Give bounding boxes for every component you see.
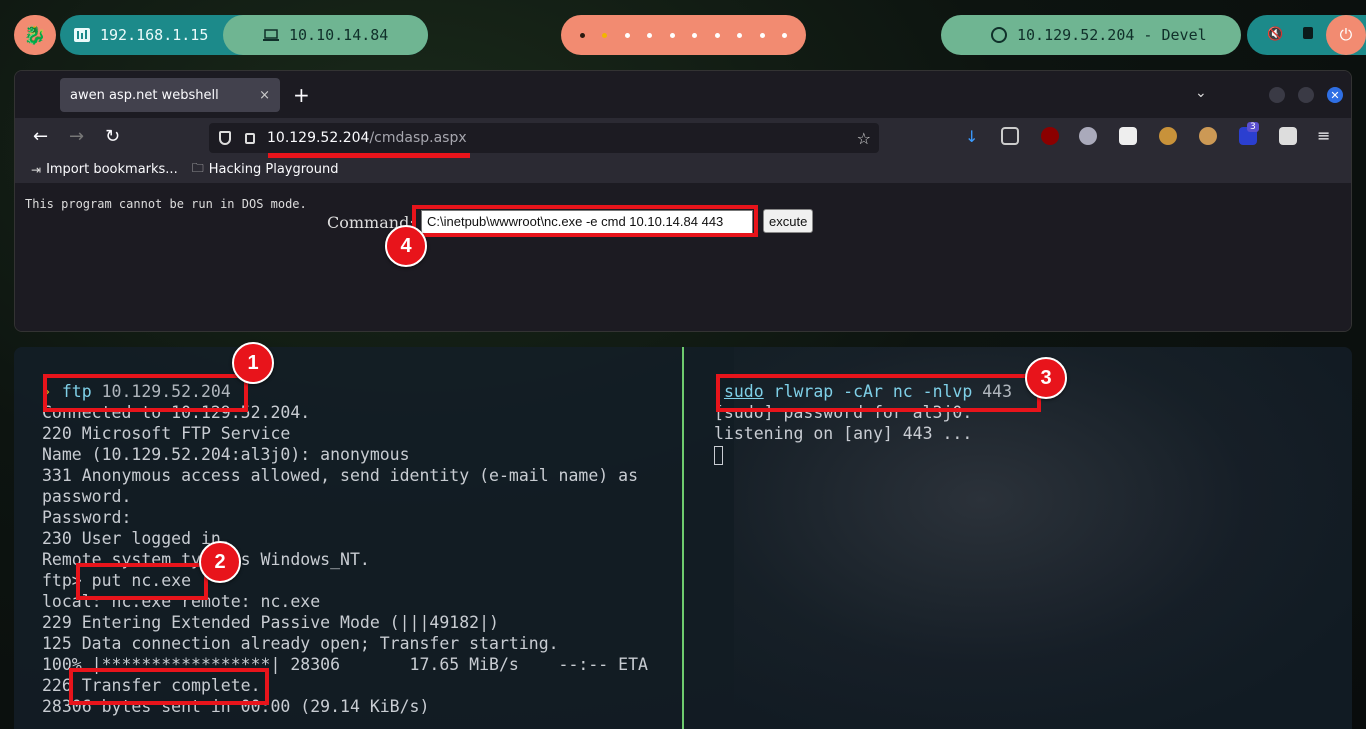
bookmark-label: Hacking Playground (208, 162, 339, 177)
vpn-ip-text: 10.10.14.84 (289, 26, 389, 44)
extension-count-badge: 3 (1247, 122, 1259, 132)
reload-icon[interactable]: ↻ (105, 126, 120, 147)
back-arrow-icon[interactable]: ← (33, 126, 48, 147)
import-icon: ⇥ (31, 162, 42, 177)
qr-code-icon[interactable] (1119, 127, 1137, 145)
vpn-ip-indicator[interactable]: 10.10.14.84 (223, 15, 428, 55)
target-text: 10.129.52.204 - Devel (1017, 26, 1207, 44)
new-tab-button[interactable]: + (293, 83, 310, 107)
mask-extension-icon[interactable] (1079, 127, 1097, 145)
bookmark-star-icon[interactable]: ☆ (857, 129, 871, 148)
annotation-badge: 1 (232, 342, 274, 384)
extensions-icon[interactable] (1001, 127, 1019, 145)
blocker-extension-icon[interactable] (1199, 127, 1217, 145)
workspace-dot[interactable] (759, 32, 765, 38)
local-ip-text: 192.168.1.15 (100, 26, 209, 44)
annotation-box-command (412, 205, 758, 237)
bookmark-hacking-playground[interactable]: 🗀 Hacking Playground (192, 159, 339, 180)
url-bar[interactable]: 10.129.52.204/cmdasp.aspx ☆ (209, 123, 879, 153)
cookie-editor-icon[interactable] (1159, 127, 1177, 145)
navigation-toolbar: ← → ↻ 10.129.52.204/cmdasp.aspx ☆ ↓ 3 ≡ (15, 118, 1351, 156)
maximize-button[interactable] (1298, 87, 1314, 103)
url-path: /cmdasp.aspx (369, 130, 467, 146)
annotation-badge: 3 (1025, 357, 1067, 399)
kali-menu-button[interactable]: 🐉 (14, 15, 56, 55)
output-line: listening on [any] 443 ... (714, 424, 973, 443)
workspace-dot[interactable] (692, 32, 698, 38)
ublock-origin-icon[interactable] (1041, 127, 1059, 145)
terminal-cursor (714, 446, 723, 465)
power-icon[interactable]: ⏻ (1326, 15, 1366, 55)
laptop-icon (263, 29, 279, 41)
annotation-box-put (76, 563, 208, 600)
pane-divider[interactable] (682, 347, 684, 729)
crosshair-icon (991, 27, 1007, 43)
workspace-dot[interactable] (782, 32, 788, 38)
output-line: 220 Microsoft FTP Service (42, 424, 291, 443)
forward-arrow-icon[interactable]: → (69, 126, 84, 147)
system-tray: 🔇 ⏻ (1247, 15, 1366, 55)
tab-strip: awen asp.net webshell × + ⌄ ✕ (15, 71, 1351, 118)
minimize-button[interactable] (1269, 87, 1285, 103)
terminal-pane-left[interactable]: › ftp 10.129.52.204 Connected to 10.129.… (42, 381, 672, 717)
downloads-icon[interactable]: ↓ (965, 127, 983, 146)
output-line: Name (10.129.52.204:al3j0): anonymous (42, 445, 410, 464)
dos-message: This program cannot be run in DOS mode. (25, 197, 307, 211)
tab-close-icon[interactable]: × (259, 88, 270, 103)
list-tabs-chevron-icon[interactable]: ⌄ (1195, 85, 1207, 101)
annotation-box-listener (716, 374, 1041, 412)
workspace-dot[interactable] (602, 32, 608, 38)
tab-webshell[interactable]: awen asp.net webshell × (60, 78, 280, 112)
local-ip-indicator[interactable]: 192.168.1.15 (60, 15, 230, 55)
bookmark-import[interactable]: ⇥ Import bookmarks... (31, 162, 178, 177)
folder-icon: 🗀 (191, 161, 204, 175)
volume-icon[interactable]: 🔇 (1267, 27, 1283, 42)
workspace-dot[interactable] (624, 32, 630, 38)
workspace-dot[interactable] (714, 32, 720, 38)
browser-window: awen asp.net webshell × + ⌄ ✕ ← → ↻ 10.1… (14, 70, 1352, 332)
bookmarks-toolbar: ⇥ Import bookmarks... 🗀 Hacking Playgrou… (15, 156, 1351, 183)
annotation-box-transfer (69, 668, 269, 705)
bookmark-label: Import bookmarks... (46, 162, 178, 177)
window-close-button[interactable]: ✕ (1327, 87, 1343, 103)
ip-indicator-group: 192.168.1.15 10.10.14.84 (60, 15, 428, 55)
tab-title: awen asp.net webshell (70, 87, 219, 103)
output-line: password. (42, 487, 132, 506)
output-line: Password: (42, 508, 132, 527)
hamburger-menu-icon[interactable]: ≡ (1317, 126, 1330, 145)
annotation-badge: 2 (199, 541, 241, 583)
execute-button[interactable]: excute (763, 209, 814, 233)
url-host: 10.129.52.204 (267, 130, 370, 146)
workspace-dot[interactable] (647, 32, 653, 38)
workspace-switcher (561, 15, 806, 55)
url-highlight-underline (268, 153, 470, 158)
lock-icon[interactable] (1303, 27, 1313, 39)
annotation-badge: 4 (385, 225, 427, 267)
output-line: 229 Entering Extended Passive Mode (|||4… (42, 613, 499, 632)
top-panel: 🐉 192.168.1.15 10.10.14.84 10.129.52.204… (0, 0, 1366, 70)
annotation-box-ftp (43, 374, 248, 412)
network-icon (74, 28, 90, 42)
tracking-shield-icon[interactable] (219, 131, 231, 145)
workspace-dot[interactable] (579, 32, 585, 38)
kali-dragon-icon: 🐉 (23, 24, 47, 46)
output-line: 125 Data connection already open; Transf… (42, 634, 559, 653)
output-line: 331 Anonymous access allowed, send ident… (42, 466, 639, 485)
output-line: 230 User logged in. (42, 529, 231, 548)
target-indicator[interactable]: 10.129.52.204 - Devel (941, 15, 1241, 55)
workspace-dot[interactable] (737, 32, 743, 38)
insecure-lock-icon[interactable] (245, 132, 255, 144)
workspace-dot[interactable] (669, 32, 675, 38)
user-agent-switcher-icon[interactable] (1279, 127, 1297, 145)
